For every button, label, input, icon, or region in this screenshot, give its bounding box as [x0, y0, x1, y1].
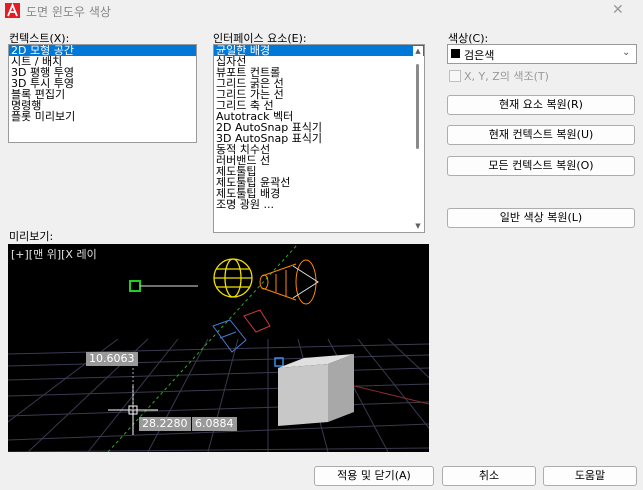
scroll-up-arrow-icon[interactable]: ▲ [414, 47, 422, 55]
cancel-button[interactable]: 취소 [442, 466, 536, 486]
color-swatch [451, 49, 460, 58]
color-select[interactable]: 검은색 ⌄ [447, 44, 637, 64]
perspective-grid [8, 338, 429, 452]
dim-input-3: 6.0884 [192, 417, 237, 431]
restore-current-element-button[interactable]: 현재 요소 복원(R) [447, 95, 635, 115]
spotlight-icon [259, 259, 317, 305]
camera-red-icon [243, 309, 271, 333]
interface-element-listbox[interactable]: 균일한 배경 십자선 뷰포트 컨트롤 그리드 굵은 선 그리드 가는 선 그리드 축 선A… [213, 44, 425, 233]
help-button[interactable]: 도움말 [543, 466, 637, 486]
ucs-origin-marker [129, 280, 141, 292]
window-title: 도면 윈도우 색상 [26, 5, 111, 19]
light-sphere-icon [213, 258, 253, 298]
interface-list-item[interactable]: 조명 광원 ... [214, 199, 424, 210]
context-list-item[interactable]: 플롯 미리보기 [9, 111, 196, 122]
viewport-controls-label[interactable]: [+][맨 위][X 레이 [11, 246, 97, 262]
preview-canvas: [+][맨 위][X 레이 10.6063 28.2280 6.0884 [8, 244, 429, 452]
restore-current-context-button[interactable]: 현재 컨텍스트 복원(U) [447, 125, 635, 145]
color-value: 검은색 [464, 49, 495, 62]
chevron-down-icon[interactable]: ⌄ [622, 47, 630, 58]
apply-close-button[interactable]: 적용 및 닫기(A) [314, 466, 434, 486]
close-icon[interactable]: ✕ [612, 2, 624, 18]
context-listbox[interactable]: 2D 모형 공간 시트 / 배치 3D 평행 투영 3D 투시 투영 블록 편집기 명령행… [8, 44, 197, 143]
tint-xyz-label: X, Y, Z의 색조(T) [464, 70, 549, 83]
camera-icon [212, 319, 247, 353]
scroll-down-arrow-icon[interactable]: ▼ [414, 222, 422, 230]
tint-xyz-checkbox[interactable] [449, 70, 461, 82]
dim-input-1: 10.6063 [86, 352, 138, 366]
interface-scrollbar[interactable]: ▲ ▼ [413, 46, 423, 231]
box-object [278, 354, 354, 426]
dim-input-2: 28.2280 [139, 417, 191, 431]
preview-label: 미리보기: [9, 230, 54, 243]
scroll-thumb[interactable] [416, 64, 419, 149]
restore-classic-colors-button[interactable]: 일반 색상 복원(L) [447, 208, 635, 228]
autocad-logo-icon [5, 3, 20, 18]
restore-all-contexts-button[interactable]: 모든 컨텍스트 복원(O) [447, 156, 635, 176]
